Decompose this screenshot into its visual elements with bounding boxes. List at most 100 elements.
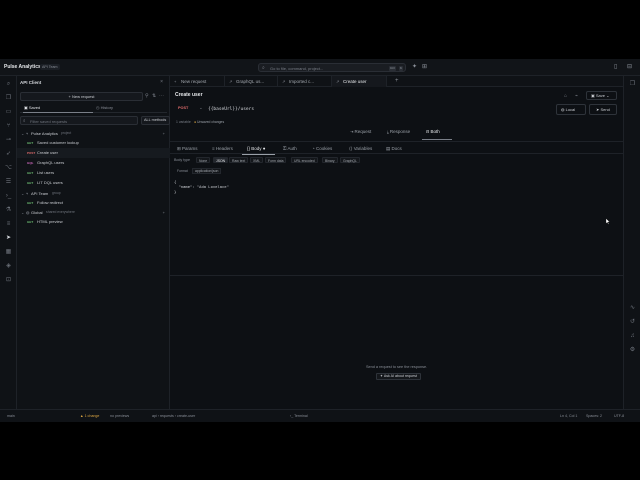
layout-icon[interactable]: ⊟ <box>627 63 632 70</box>
body-type-urlencoded[interactable]: URL encoded <box>291 157 318 163</box>
bell-icon[interactable]: ♫ <box>628 332 637 341</box>
terminal-icon[interactable]: ›_ <box>4 192 13 201</box>
status-branch[interactable]: main <box>7 414 15 418</box>
history-icon[interactable]: ↺ <box>628 318 637 327</box>
activity-icon[interactable]: ∿ <box>628 304 637 313</box>
body-type-none[interactable]: None <box>196 157 211 163</box>
kbd-k: K <box>399 65 404 71</box>
right-bar: ❐ ∿ ↺ ♫ ⚙ <box>623 76 640 409</box>
add-tab-icon[interactable]: + <box>395 78 399 84</box>
list-icon[interactable]: ≡ <box>4 220 13 229</box>
status-encoding[interactable]: UTF-8 <box>614 414 624 418</box>
method-select[interactable]: POST <box>178 106 188 110</box>
close-icon[interactable]: × <box>160 79 163 85</box>
request-item[interactable]: POST Create user <box>17 148 170 158</box>
new-request-button[interactable]: + New request <box>20 92 143 101</box>
git-icon[interactable]: ⌥ <box>4 164 13 173</box>
send-button[interactable]: ➤ Send <box>589 104 617 115</box>
team-badge[interactable]: API Team <box>40 64 60 70</box>
segment-response[interactable]: ⤓ Response <box>387 129 410 134</box>
subtab-underline <box>242 154 275 155</box>
database-icon[interactable]: ☰ <box>4 178 13 187</box>
rocket-icon[interactable]: ➶ <box>4 150 13 159</box>
body-type-xml[interactable]: XML <box>250 157 263 163</box>
tab-imported[interactable]: ↗ Imported c... <box>278 76 332 87</box>
tree-group-global[interactable]: ⌄ ◍ Global shared everywhere + <box>17 208 170 217</box>
body-type-raw[interactable]: Raw text <box>229 157 249 163</box>
flask-icon[interactable]: ⚗ <box>4 206 13 215</box>
settings-icon[interactable]: ⚙ <box>628 346 637 355</box>
request-name: GraphQL users <box>37 160 65 165</box>
panel-icon[interactable]: ▯ <box>614 63 617 70</box>
method-filter-select[interactable]: ALL methods <box>141 116 170 125</box>
request-item-follow-redirect[interactable]: GET Follow redirect <box>17 198 170 208</box>
grid-icon[interactable]: ⊞ <box>422 63 427 70</box>
tab-variables[interactable]: ⟨⟩ Variables <box>349 146 372 152</box>
send-icon[interactable]: ➤ <box>4 234 13 243</box>
status-terminal[interactable]: ›_ Terminal <box>290 414 308 418</box>
table-icon[interactable]: ▦ <box>4 248 13 257</box>
tab-saved[interactable]: ▣ Saved <box>24 105 40 110</box>
ask-ai-button[interactable]: ✦ Ask AI about request <box>376 373 421 380</box>
copy-icon[interactable]: ❐ <box>628 80 637 89</box>
package-icon[interactable]: ⊡ <box>4 276 13 285</box>
more-icon[interactable]: + <box>163 129 165 138</box>
body-type-form[interactable]: Form data <box>265 157 287 163</box>
branch-icon[interactable]: ⑂ <box>4 122 13 131</box>
tree-project-pulse[interactable]: ⌄ ⑂ Pulse Analytics project + <box>17 129 170 138</box>
method-badge: GET <box>27 141 34 145</box>
search-icon[interactable]: ⌕ <box>4 80 13 89</box>
sparkle-icon[interactable]: ✦ <box>412 63 417 70</box>
filter-icon[interactable]: ⚲ <box>145 93 149 99</box>
body-type-binary[interactable]: Binary <box>322 157 338 163</box>
pane-divider[interactable] <box>170 275 623 276</box>
tab-auth[interactable]: ⚿ Auth <box>283 146 297 151</box>
layers-icon[interactable]: ◈ <box>4 262 13 271</box>
request-tabs: + New request ↗ GraphQL us... ↗ Imported c.… <box>170 76 623 87</box>
environment-select[interactable]: ◍ Local <box>556 104 586 115</box>
body-type-json[interactable]: JSON <box>213 157 229 163</box>
save-button[interactable]: ▣ Save ⌄ <box>586 91 617 100</box>
tab-history[interactable]: ◷ History <box>96 105 113 110</box>
tab-cookies[interactable]: ◔ Cookies <box>312 146 332 151</box>
folder-icon[interactable]: ▭ <box>4 108 13 117</box>
link-icon[interactable]: ⌁ <box>575 93 578 99</box>
content-type-value[interactable]: application/json <box>192 168 222 174</box>
tab-create-user[interactable]: ↗ Create user <box>332 76 387 87</box>
tab-graphql-users[interactable]: ↗ GraphQL us... <box>225 76 278 87</box>
filter-input[interactable]: ⌕ Filter saved requests <box>20 116 138 125</box>
more-icon[interactable]: ⋯ <box>159 93 164 99</box>
status-tabsize[interactable]: Spaces: 2 <box>586 414 602 418</box>
tab-label: Auth <box>287 146 297 151</box>
tab-headers[interactable]: ≡ Headers <box>212 146 233 151</box>
body-editor[interactable]: { "name": "Ada Lovelace" } <box>174 179 229 194</box>
segment-request[interactable]: ⇥ Request <box>350 129 371 134</box>
body-type-graphql[interactable]: GraphQL <box>340 157 360 163</box>
segment-both[interactable]: ⊟ Both <box>426 129 440 134</box>
request-item[interactable]: GQL GraphQL users <box>17 158 170 168</box>
request-item[interactable]: GET LIT DQL users <box>17 178 170 188</box>
chevron-down-icon[interactable]: ⌄ <box>199 105 203 111</box>
request-item[interactable]: GET Saved customer lookup <box>17 138 170 148</box>
status-changes[interactable]: ▲ 1 change <box>80 414 99 418</box>
commit-icon[interactable]: ⊸ <box>4 136 13 145</box>
tab-docs[interactable]: ▤ Docs <box>386 146 402 152</box>
more-icon[interactable]: + <box>163 208 165 217</box>
command-search[interactable]: ⌕ Go to file, command, project... Ctrl K <box>258 63 406 72</box>
activity-bar: ⌕ ❐ ▭ ⑂ ⊸ ➶ ⌥ ☰ ›_ ⚗ ≡ ➤ ▦ ◈ ⊡ <box>0 76 17 409</box>
filter-placeholder: Filter saved requests <box>30 118 68 124</box>
sort-icon[interactable]: ⇅ <box>152 93 156 99</box>
status-position[interactable]: Ln 4, Col 1 <box>560 414 577 418</box>
request-item-html-preview[interactable]: GET HTML preview <box>17 217 170 227</box>
tab-params[interactable]: ⊞ Params <box>177 146 198 152</box>
code-open: { <box>174 179 177 184</box>
request-editor: Create user ⌂ ⌁ ▣ Save ⌄ POST ⌄ {{baseUr… <box>170 87 623 409</box>
tab-body[interactable]: {} Body ● <box>247 146 266 151</box>
tab-new-request[interactable]: + New request <box>170 76 225 87</box>
files-icon[interactable]: ❐ <box>4 94 13 103</box>
tag-icon[interactable]: ⌂ <box>564 93 567 99</box>
url-input[interactable]: {{baseUrl}}/users <box>208 107 254 112</box>
tree-group-api-team[interactable]: ⌄ ⑂ API Team group <box>17 189 170 198</box>
method-badge: GET <box>27 220 34 224</box>
request-item[interactable]: GET List users <box>17 168 170 178</box>
